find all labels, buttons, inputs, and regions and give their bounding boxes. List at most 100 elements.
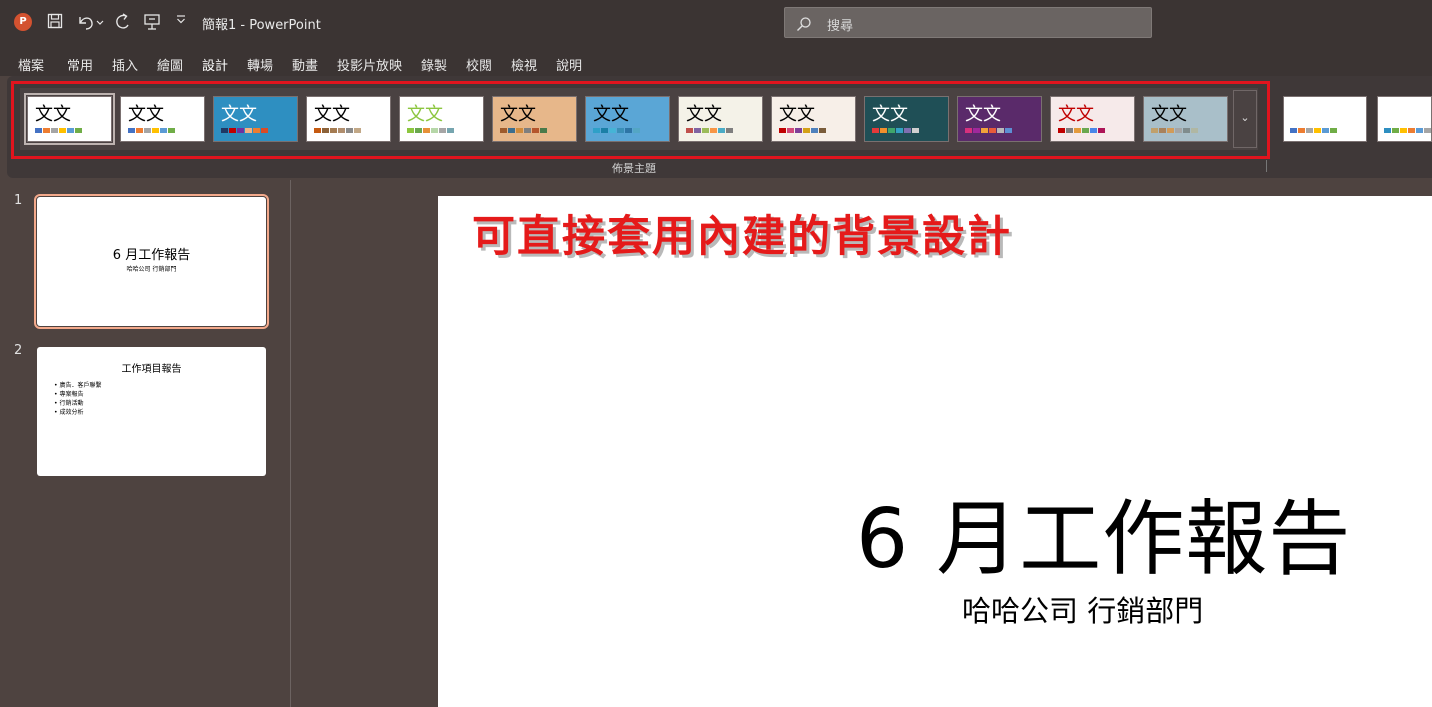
undo-icon[interactable]	[74, 10, 108, 34]
tab-slideshow[interactable]: 投影片放映	[337, 55, 402, 74]
tab-animations[interactable]: 動畫	[292, 55, 318, 74]
search-box[interactable]: 搜尋	[784, 7, 1152, 38]
save-icon[interactable]	[44, 10, 66, 34]
document-title: 簡報1 - PowerPoint	[202, 18, 321, 33]
color-swatch	[989, 128, 996, 133]
slide-thumbnail-1[interactable]: 6 月工作報告 哈哈公司 行銷部門	[34, 194, 269, 329]
themes-group-label: 佈景主題	[612, 162, 656, 175]
thumb-bullet: • 行銷活動	[54, 400, 84, 407]
color-swatch	[779, 128, 786, 133]
slide-title[interactable]: 6 月工作報告	[856, 472, 1351, 591]
color-swatch	[1306, 128, 1313, 133]
tab-file[interactable]: 檔案	[18, 55, 44, 74]
color-swatch	[787, 128, 794, 133]
theme-sample-text: 文文	[314, 104, 350, 125]
theme-sample-text: 文文	[965, 104, 1001, 125]
theme-variant-1[interactable]	[1283, 96, 1367, 142]
start-slideshow-icon[interactable]	[141, 10, 163, 34]
tab-draw[interactable]: 繪圖	[157, 55, 183, 74]
color-swatch	[1298, 128, 1305, 133]
theme-berlin-red[interactable]: 文文	[1050, 96, 1135, 142]
color-swatch	[803, 128, 810, 133]
theme-gallery-gray[interactable]: 文文	[1143, 96, 1228, 142]
color-swatch	[686, 128, 693, 133]
annotation-text: 可直接套用內建的背景設計	[472, 212, 1012, 262]
color-swatch	[516, 128, 523, 133]
theme-integral[interactable]: 文文	[306, 96, 391, 142]
theme-office-theme-2[interactable]: 文文	[120, 96, 205, 142]
tab-transitions[interactable]: 轉場	[247, 55, 273, 74]
color-swatch	[633, 128, 640, 133]
tab-design[interactable]: 設計	[202, 55, 229, 79]
color-swatch	[1330, 128, 1337, 133]
color-swatch	[346, 128, 353, 133]
theme-office-theme[interactable]: 文文	[24, 93, 115, 145]
theme-wood-type[interactable]: 文文	[492, 96, 577, 142]
redo-icon[interactable]	[112, 10, 134, 34]
theme-sample-text: 文文	[872, 104, 908, 125]
theme-color-swatches	[686, 128, 733, 133]
tab-home[interactable]: 常用	[67, 55, 93, 74]
thumb-title: 工作項目報告	[121, 364, 182, 375]
color-swatch	[694, 128, 701, 133]
color-swatch	[795, 128, 802, 133]
color-swatch	[447, 128, 454, 133]
slide-subtitle[interactable]: 哈哈公司 行銷部門	[962, 588, 1203, 630]
theme-color-swatches	[407, 128, 454, 133]
theme-sample-text: 文文	[221, 104, 257, 125]
theme-sample-text: 文文	[1151, 104, 1187, 125]
color-swatch	[973, 128, 980, 133]
color-swatch	[710, 128, 717, 133]
tab-help[interactable]: 說明	[556, 55, 582, 74]
color-swatch	[144, 128, 151, 133]
color-swatch	[540, 128, 547, 133]
color-swatch	[601, 128, 608, 133]
color-swatch	[888, 128, 895, 133]
color-swatch	[1175, 128, 1182, 133]
pane-divider[interactable]	[290, 180, 291, 707]
color-swatch	[811, 128, 818, 133]
variant-color-swatches	[1290, 128, 1337, 133]
color-swatch	[354, 128, 361, 133]
color-swatch	[1159, 128, 1166, 133]
theme-color-swatches	[1058, 128, 1105, 133]
theme-color-swatches	[872, 128, 919, 133]
color-swatch	[1384, 128, 1391, 133]
thumb-title: 6 月工作報告	[112, 248, 191, 263]
theme-facet-green[interactable]: 文文	[399, 96, 484, 142]
color-swatch	[912, 128, 919, 133]
tab-review[interactable]: 校閱	[466, 55, 492, 74]
theme-ion-dark[interactable]: 文文	[864, 96, 949, 142]
color-swatch	[617, 128, 624, 133]
tab-insert[interactable]: 插入	[112, 55, 138, 74]
color-swatch	[819, 128, 826, 133]
color-swatch	[51, 128, 58, 133]
color-swatch	[128, 128, 135, 133]
theme-ion-purple[interactable]: 文文	[957, 96, 1042, 142]
customize-toolbar-icon[interactable]	[170, 10, 192, 34]
color-swatch	[253, 128, 260, 133]
color-swatch	[609, 128, 616, 133]
color-swatch	[1167, 128, 1174, 133]
color-swatch	[423, 128, 430, 133]
color-swatch	[1314, 128, 1321, 133]
theme-wisp-pattern[interactable]: 文文	[585, 96, 670, 142]
theme-variant-2[interactable]	[1377, 96, 1432, 142]
color-swatch	[880, 128, 887, 133]
theme-savon[interactable]: 文文	[771, 96, 856, 142]
color-swatch	[1416, 128, 1423, 133]
theme-retrospect[interactable]: 文文	[678, 96, 763, 142]
color-swatch	[152, 128, 159, 133]
slide-thumbnail-2[interactable]: 工作項目報告 • 廣告．客戶聯繫 • 專案報告 • 行銷活動 • 成效分析	[37, 347, 266, 476]
themes-more-button[interactable]: ⌄	[1233, 90, 1257, 148]
color-swatch	[431, 128, 438, 133]
color-swatch	[237, 128, 244, 133]
theme-facet-blue[interactable]: 文文	[213, 96, 298, 142]
slide-canvas[interactable]	[438, 196, 1432, 707]
tab-record[interactable]: 錄製	[421, 55, 447, 74]
slide-number: 1	[14, 193, 23, 208]
color-swatch	[532, 128, 539, 133]
tab-view[interactable]: 檢視	[511, 55, 537, 74]
color-swatch	[245, 128, 252, 133]
color-swatch	[415, 128, 422, 133]
